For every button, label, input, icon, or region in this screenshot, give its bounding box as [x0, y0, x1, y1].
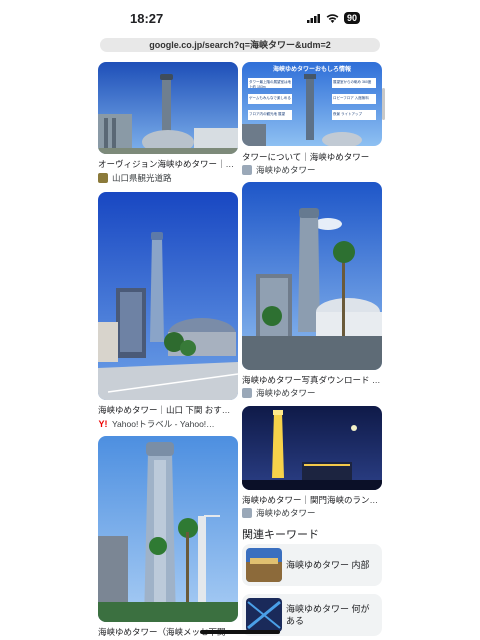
related-keyword-label: 海峡ゆめタワー 何がある	[286, 604, 370, 626]
related-thumbnail	[246, 548, 282, 582]
infographic-item: タワー最上階の展望室は地上約 153m	[249, 80, 291, 88]
infographic-item: ロビーフロア 入館無料	[333, 96, 369, 100]
result-source[interactable]: 山口県観光道路	[98, 172, 238, 184]
related-keywords-heading: 関連キーワード	[242, 529, 319, 541]
status-icons: 90	[306, 12, 360, 24]
infographic-item: ゲームもみんなで楽しめる	[249, 96, 291, 100]
infographic-item: フロア内の観光地 展望	[249, 112, 285, 116]
result-source[interactable]: 海峡ゆめタワー	[242, 164, 382, 176]
result-source[interactable]: 海峡ゆめタワー	[242, 507, 382, 519]
battery-indicator: 90	[343, 12, 360, 24]
status-bar: 18:27 90	[92, 0, 388, 36]
status-time: 18:27	[130, 11, 164, 26]
result-image[interactable]: 海峡ゆめタワーおもしろ情報 タワー最上階の展望室は地上約 153m ゲームもみん…	[242, 62, 382, 146]
result-image[interactable]	[98, 62, 238, 154]
result-caption[interactable]: 海峡ゆめタワー｜山口 下関 おす…	[98, 404, 238, 416]
related-keyword-label: 海峡ゆめタワー 内部	[286, 560, 370, 570]
wifi-icon	[326, 13, 339, 23]
home-indicator[interactable]	[200, 630, 280, 634]
result-image[interactable]	[98, 436, 238, 622]
signal-icon	[306, 13, 320, 23]
tower-favicon-icon	[242, 508, 252, 518]
result-source[interactable]: Y! Yahoo!トラベル - Yahoo!…	[98, 418, 238, 430]
infographic-title: 海峡ゆめタワーおもしろ情報	[272, 67, 351, 73]
result-image[interactable]	[242, 182, 382, 370]
source-favicon-icon	[98, 173, 108, 183]
result-image[interactable]	[98, 192, 238, 400]
related-thumbnail	[246, 598, 282, 632]
result-caption[interactable]: 海峡ゆめタワー写真ダウンロード …	[242, 374, 382, 386]
phone-screen: 18:27 90 google.co.jp/search?q=海峡タワー&udm…	[92, 0, 388, 640]
address-bar[interactable]: google.co.jp/search?q=海峡タワー&udm=2	[100, 38, 380, 52]
related-keyword-1[interactable]: 海峡ゆめタワー 内部	[242, 544, 382, 586]
tower-favicon-icon	[242, 388, 252, 398]
tower-favicon-icon	[242, 165, 252, 175]
result-caption[interactable]: オーヴィジョン海峡ゆめタワー｜…	[98, 158, 238, 170]
result-image[interactable]	[242, 406, 382, 490]
infographic-item: 展望室からの眺め 360度	[333, 80, 372, 84]
result-caption[interactable]: タワーについて｜海峡ゆめタワー	[242, 151, 382, 163]
infographic-item: 夜景 ライトアップ	[333, 112, 362, 116]
result-caption[interactable]: 海峡ゆめタワー｜関門海峡のラン…	[242, 494, 382, 506]
scrollbar[interactable]	[382, 88, 385, 120]
result-source[interactable]: 海峡ゆめタワー	[242, 387, 382, 399]
yahoo-favicon-icon: Y!	[98, 419, 108, 429]
